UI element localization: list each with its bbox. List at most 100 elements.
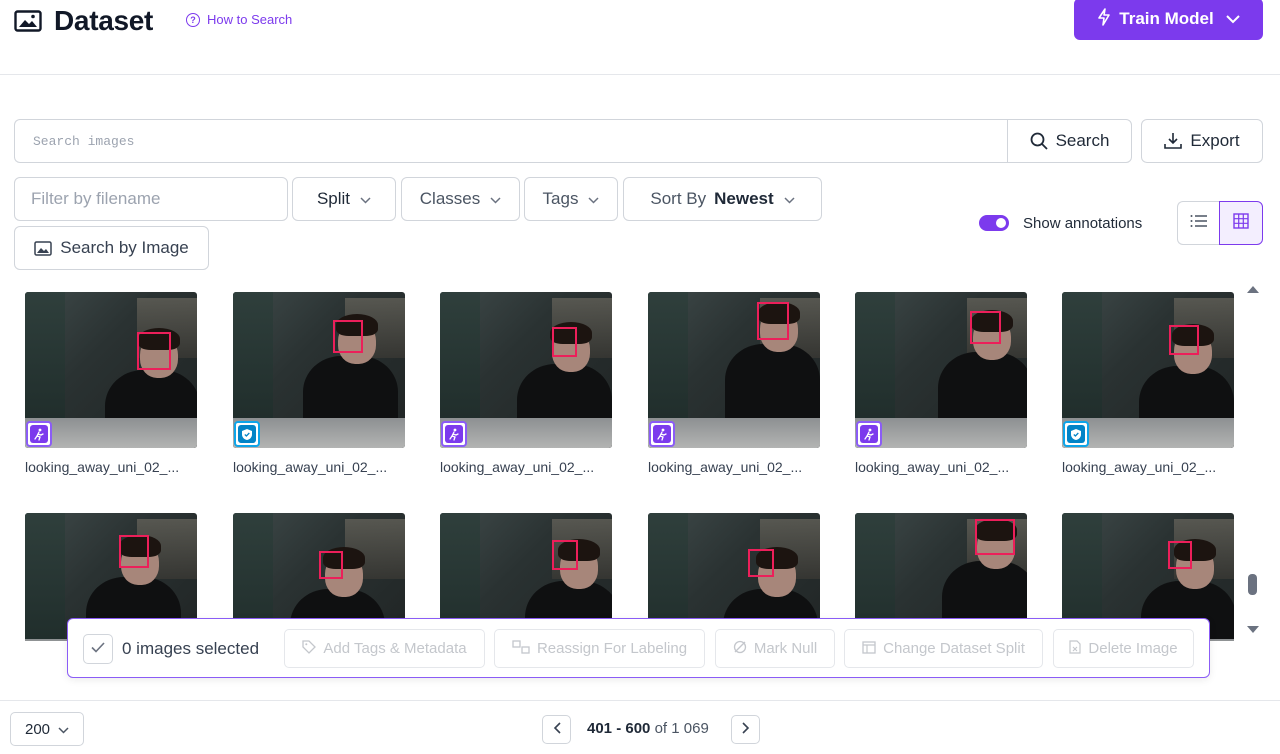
image-thumbnail[interactable] — [648, 292, 820, 448]
image-thumbnail[interactable] — [1062, 292, 1234, 448]
annotation-bbox — [319, 551, 343, 579]
split-dropdown-label: Split — [316, 189, 351, 208]
page-range-of: of — [654, 720, 668, 737]
how-to-search-link[interactable]: ? How to Search — [186, 12, 292, 27]
image-filename: looking_away_uni_02_... — [440, 459, 595, 475]
page-range: 401 - 600 of 1 069 — [587, 720, 709, 737]
sort-by-dropdown[interactable]: Sort By Newest — [623, 177, 822, 221]
chevron-down-icon — [1226, 9, 1240, 29]
delete-image-label: Delete Image — [1088, 640, 1178, 657]
delete-image-button[interactable]: Delete Image — [1053, 629, 1194, 668]
annotation-bbox — [333, 320, 363, 353]
annotation-bbox — [757, 302, 789, 340]
image-card[interactable]: looking_away_uni_02_... — [1062, 292, 1234, 475]
mark-null-button[interactable]: Mark Null — [715, 629, 835, 668]
chevron-left-icon — [553, 721, 561, 739]
download-icon — [1164, 132, 1183, 150]
scrollbar-thumb[interactable] — [1248, 574, 1257, 595]
image-icon — [34, 240, 52, 256]
annotation-bbox — [137, 332, 171, 370]
search-button[interactable]: Search — [1007, 119, 1132, 163]
search-icon — [1030, 132, 1048, 150]
mark-null-label: Mark Null — [753, 640, 818, 657]
image-filename: looking_away_uni_02_... — [648, 459, 803, 475]
select-all-checkbox[interactable] — [83, 634, 113, 664]
annotation-bbox — [975, 519, 1015, 555]
list-view-button[interactable] — [1177, 201, 1220, 245]
reassign-label: Reassign For Labeling — [536, 640, 688, 657]
image-filename: looking_away_uni_02_... — [855, 459, 1010, 475]
image-filename: looking_away_uni_02_... — [233, 459, 388, 475]
check-icon — [91, 640, 105, 658]
change-dataset-split-button[interactable]: Change Dataset Split — [844, 629, 1043, 668]
image-thumbnail[interactable] — [440, 292, 612, 448]
annotation-bbox — [1169, 325, 1199, 355]
search-images-box — [14, 119, 1008, 163]
image-card[interactable]: looking_away_uni_02_... — [648, 292, 820, 475]
split-icon — [862, 640, 876, 657]
scroll-down-arrow[interactable] — [1247, 626, 1259, 633]
train-model-label: Train Model — [1119, 9, 1214, 28]
image-card[interactable]: looking_away_uni_02_... — [855, 292, 1027, 475]
reassign-for-labeling-button[interactable]: Reassign For Labeling — [494, 629, 705, 668]
previous-page-button[interactable] — [542, 715, 571, 744]
image-card[interactable]: looking_away_uni_02_... — [25, 292, 197, 475]
shield-check-icon — [1063, 421, 1089, 447]
page-range-value: 401 - 600 — [587, 720, 651, 737]
per-page-select[interactable]: 200 — [10, 712, 84, 746]
change-split-label: Change Dataset Split — [883, 640, 1025, 657]
page-title-group: Dataset — [14, 4, 153, 38]
list-icon — [1190, 214, 1208, 233]
image-thumbnail[interactable] — [25, 292, 197, 448]
image-thumbnail[interactable] — [233, 292, 405, 448]
question-icon: ? — [186, 12, 200, 27]
add-tags-label: Add Tags & Metadata — [323, 640, 467, 657]
per-page-value: 200 — [24, 720, 51, 738]
image-icon — [14, 10, 42, 32]
show-annotations-label: Show annotations — [1023, 215, 1143, 232]
running-person-icon — [26, 421, 52, 447]
chevron-right-icon — [741, 721, 750, 739]
chevron-down-icon — [360, 189, 371, 209]
sort-by-value: Newest — [714, 189, 774, 208]
page-title: Dataset — [54, 5, 154, 36]
show-annotations-toggle[interactable] — [979, 215, 1009, 231]
scroll-up-arrow[interactable] — [1247, 286, 1259, 293]
running-person-icon — [649, 421, 675, 447]
image-card[interactable]: looking_away_uni_02_... — [440, 292, 612, 475]
search-images-input[interactable] — [15, 120, 1008, 162]
classes-dropdown[interactable]: Classes — [401, 177, 520, 221]
split-dropdown[interactable]: Split — [292, 177, 396, 221]
grid-view-button[interactable] — [1219, 201, 1263, 245]
search-by-image-button[interactable]: Search by Image — [14, 226, 209, 270]
how-to-search-label: How to Search — [207, 12, 293, 27]
page-range-total: 1 069 — [671, 720, 709, 737]
export-button[interactable]: Export — [1141, 119, 1263, 163]
annotation-bbox — [552, 327, 577, 357]
search-button-label: Search — [1055, 131, 1110, 150]
running-person-icon — [441, 421, 467, 447]
trash-icon — [1069, 640, 1081, 657]
annotation-bbox — [119, 535, 149, 568]
image-thumbnail[interactable] — [855, 292, 1027, 448]
image-filename: looking_away_uni_02_... — [1062, 459, 1217, 475]
image-grid: looking_away_uni_02_... looking_away_uni_… — [0, 283, 1245, 641]
running-person-icon — [856, 421, 882, 447]
shield-check-icon — [234, 421, 260, 447]
chevron-down-icon — [58, 721, 69, 738]
page-header: Dataset ? How to Search Train Model — [0, 0, 1280, 75]
chevron-down-icon — [784, 189, 795, 209]
tags-dropdown[interactable]: Tags — [524, 177, 618, 221]
chevron-down-icon — [490, 189, 501, 209]
annotation-bbox — [970, 311, 1001, 344]
image-card[interactable]: looking_away_uni_02_... — [233, 292, 405, 475]
bolt-icon — [1097, 7, 1111, 31]
filename-filter-box — [14, 177, 288, 221]
selection-toolbar: 0 images selected Add Tags & Metadata Re… — [67, 618, 1210, 678]
train-model-button[interactable]: Train Model — [1074, 0, 1263, 40]
next-page-button[interactable] — [731, 715, 760, 744]
search-by-image-label: Search by Image — [60, 238, 189, 257]
add-tags-button[interactable]: Add Tags & Metadata — [284, 629, 485, 668]
filename-filter-input[interactable] — [15, 178, 287, 220]
image-filename: looking_away_uni_02_... — [25, 459, 180, 475]
